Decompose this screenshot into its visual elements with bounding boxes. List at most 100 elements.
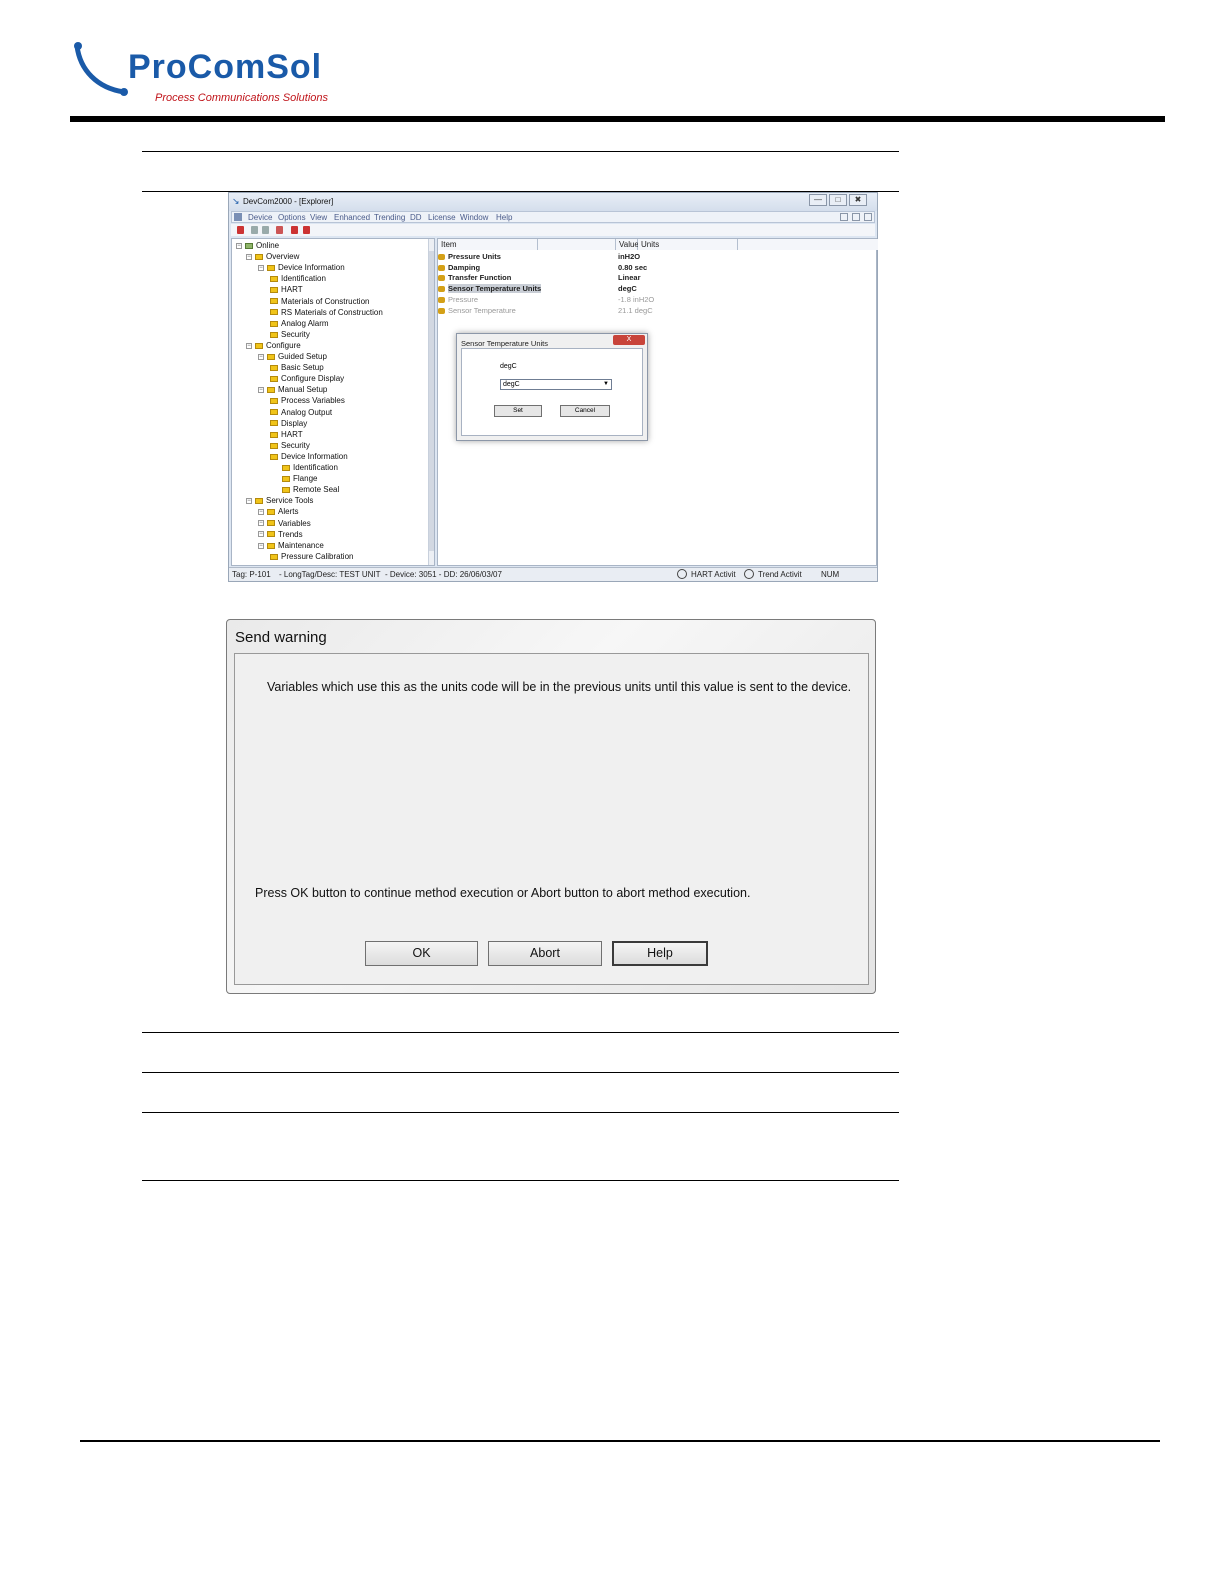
abort-button[interactable]: Abort (488, 941, 602, 966)
menu-view[interactable]: View (310, 213, 327, 222)
folder-icon (270, 409, 278, 416)
close-button[interactable]: ✖ (849, 194, 867, 206)
tree-item[interactable]: RS Materials of Construction (270, 307, 383, 318)
expand-icon[interactable]: − (258, 265, 264, 272)
table-row[interactable]: Damping 0.80 sec (438, 263, 738, 273)
menu-enhanced[interactable]: Enhanced (334, 213, 370, 222)
tree-item-label: RS Materials of Construction (281, 307, 383, 317)
tree-item[interactable]: Basic Setup (270, 362, 324, 373)
dropdown-arrow-icon[interactable]: ▼ (603, 380, 609, 389)
folder-icon (270, 420, 278, 427)
tree-item[interactable]: − Alerts (258, 506, 298, 517)
dialog-close-button[interactable]: X (613, 335, 645, 345)
menu-dd[interactable]: DD (410, 213, 422, 222)
expand-icon[interactable]: − (246, 498, 252, 505)
table-row[interactable]: Sensor Temperature Units degC (438, 284, 738, 294)
tree-item-label: HART (281, 285, 303, 295)
minimize-button[interactable]: — (809, 194, 827, 206)
tree-item[interactable]: − Device Information (258, 262, 345, 273)
tree-item[interactable]: − Service Tools (246, 495, 313, 506)
mdi-minimize-icon[interactable] (840, 213, 848, 221)
device-icon[interactable] (276, 226, 283, 234)
table-row[interactable]: Transfer Function Linear (438, 273, 738, 283)
folder-icon (267, 531, 275, 538)
units-select[interactable]: degC ▼ (500, 379, 612, 390)
row-item-label: Sensor Temperature Units (448, 284, 542, 294)
menu-device[interactable]: Device (248, 213, 272, 222)
row-value: inH2O (618, 252, 641, 261)
tree-item[interactable]: Flange (282, 473, 317, 484)
tree-item[interactable]: Security (270, 329, 310, 340)
tree-item[interactable]: − Configure (246, 340, 301, 351)
devcom-title: DevCom2000 - [Explorer] (243, 197, 334, 206)
expand-icon[interactable]: − (258, 520, 264, 527)
set-button[interactable]: Set (494, 405, 542, 417)
menu-window[interactable]: Window (460, 213, 488, 222)
signal-icon[interactable] (262, 226, 269, 234)
column-header-item[interactable]: Item (438, 239, 538, 250)
table-row[interactable]: Pressure -1.8 inH2O (438, 295, 738, 305)
tree-item[interactable]: HART (270, 429, 303, 440)
tree-item-label: Configure (266, 340, 301, 350)
tree-item[interactable]: Analog Output (270, 407, 332, 418)
ok-button[interactable]: OK (365, 941, 478, 966)
signal-icon[interactable] (251, 226, 258, 234)
table-row[interactable]: Pressure Units inH2O (438, 252, 738, 262)
menu-help[interactable]: Help (496, 213, 512, 222)
tree-item[interactable]: Analog Alarm (270, 318, 329, 329)
menu-license[interactable]: License (428, 213, 456, 222)
expand-icon[interactable]: − (258, 531, 264, 538)
folder-icon (270, 287, 278, 294)
tree-item[interactable]: − Online (236, 240, 279, 251)
column-header-units[interactable]: Units (638, 239, 738, 250)
help-button[interactable]: Help (612, 941, 708, 966)
tree-item-label: Pressure Calibration (281, 551, 354, 561)
logo-tagline: Process Communications Solutions (155, 92, 329, 104)
warning-message: Variables which use this as the units co… (267, 680, 852, 694)
tree-item[interactable]: − Trends (258, 529, 303, 540)
cancel-button[interactable]: Cancel (560, 405, 610, 417)
row-item: Pressure (438, 295, 478, 305)
trend-activity-icon (744, 569, 754, 579)
row-value: 0.80 sec (618, 262, 648, 272)
connect-icon[interactable] (237, 226, 244, 234)
tree-item[interactable]: Identification (270, 273, 326, 284)
tree-item[interactable]: Materials of Construction (270, 296, 369, 307)
expand-icon[interactable]: − (258, 387, 264, 394)
report-icon[interactable] (303, 226, 310, 234)
row-item-label: Sensor Temperature (448, 305, 516, 315)
expand-icon[interactable]: − (246, 342, 252, 349)
tree-item[interactable]: Configure Display (270, 373, 344, 384)
tree-item[interactable]: Remote Seal (282, 484, 339, 495)
report-icon[interactable] (291, 226, 298, 234)
expand-icon[interactable]: − (258, 353, 264, 360)
folder-icon (270, 453, 278, 460)
tree-item[interactable]: − Overview (246, 251, 299, 262)
folder-icon (270, 309, 278, 316)
column-header-value[interactable]: Value (616, 239, 639, 250)
folder-icon (255, 498, 263, 505)
tree-item[interactable]: − Variables (258, 518, 311, 529)
table-row[interactable]: Sensor Temperature 21.1 degC (438, 306, 738, 316)
tree-item[interactable]: Process Variables (270, 395, 345, 406)
mdi-restore-icon[interactable] (852, 213, 860, 221)
tree-item[interactable]: Pressure Calibration (270, 551, 353, 562)
tree-item[interactable]: − Maintenance (258, 540, 324, 551)
tree-item[interactable]: − Manual Setup (258, 384, 327, 395)
tree-item[interactable]: Security (270, 440, 310, 451)
mdi-close-icon[interactable] (864, 213, 872, 221)
tree-item[interactable]: Display (270, 418, 307, 429)
tree-scroll-thumb[interactable] (429, 251, 434, 551)
menu-trending[interactable]: Trending (374, 213, 405, 222)
tree-item[interactable]: − Guided Setup (258, 351, 327, 362)
tree-item[interactable]: Device Information (270, 451, 348, 462)
expand-icon[interactable]: − (258, 542, 264, 549)
tree-item[interactable]: Identification (282, 462, 338, 473)
tree-item[interactable]: HART (270, 284, 303, 295)
maximize-button[interactable]: □ (829, 194, 847, 206)
expand-icon[interactable]: − (258, 509, 264, 516)
expand-icon[interactable]: − (236, 242, 242, 249)
menu-options[interactable]: Options (278, 213, 306, 222)
expand-icon[interactable]: − (246, 253, 252, 260)
parameter-icon (438, 275, 445, 282)
